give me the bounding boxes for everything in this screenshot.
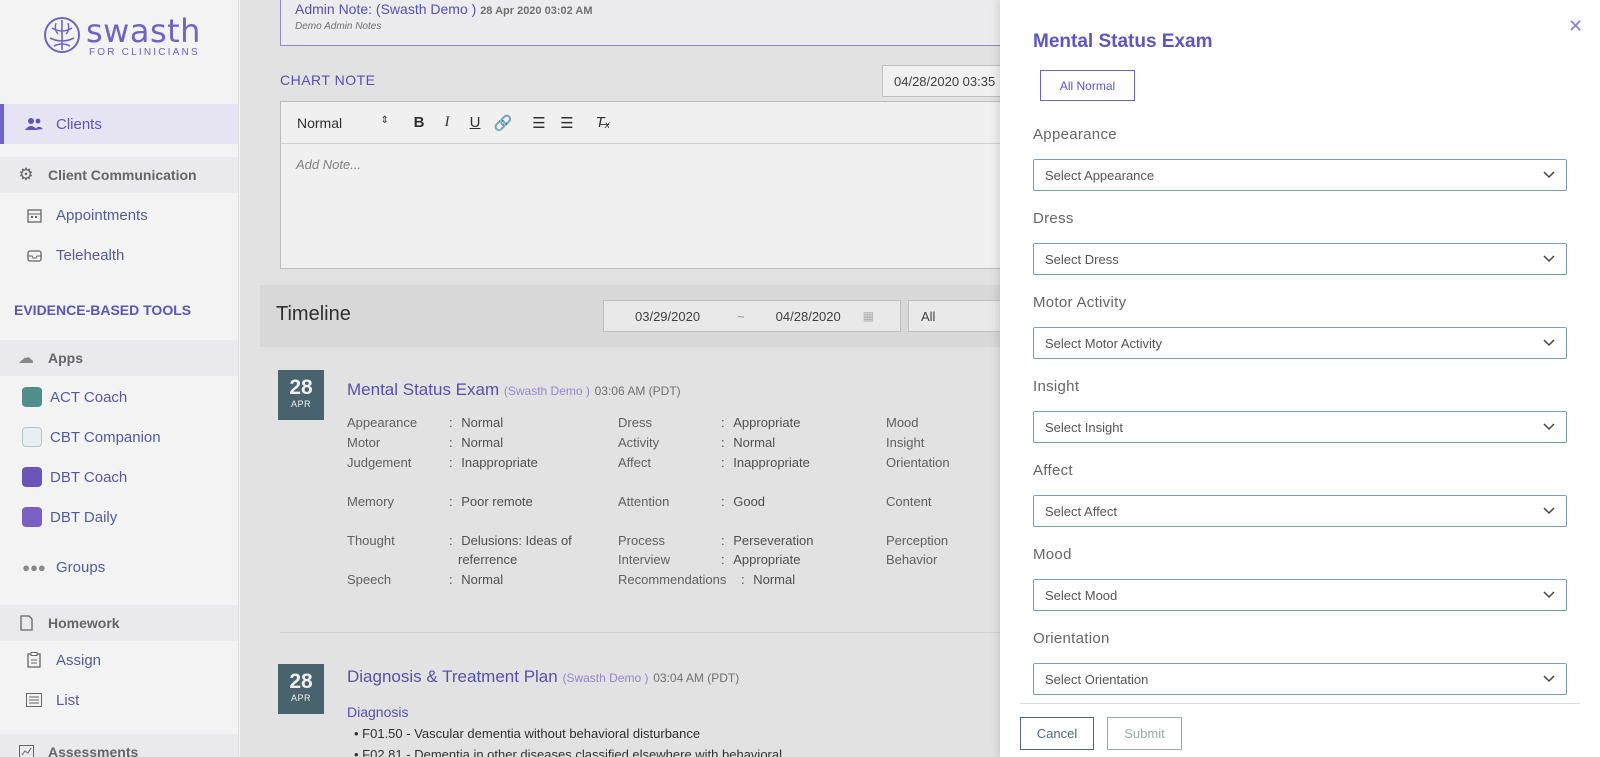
field-label: Insight xyxy=(1033,378,1080,395)
submit-button[interactable]: Submit xyxy=(1107,717,1182,750)
sidebar-item-appointments[interactable]: Appointments xyxy=(0,195,238,235)
select-placeholder: Select Motor Activity xyxy=(1045,335,1163,351)
select-placeholder: Select Affect xyxy=(1045,503,1118,519)
sidebar-item-label: Homework xyxy=(48,615,120,631)
inbox-icon xyxy=(24,245,44,265)
sidebar-item-clients[interactable]: Clients xyxy=(0,104,238,144)
sidebar-item-label: DBT Coach xyxy=(50,468,128,486)
brand-tagline: FOR CLINICIANS xyxy=(89,46,200,58)
gear-icon: ⚙ xyxy=(18,165,34,184)
select-placeholder: Select Insight xyxy=(1045,419,1124,435)
field-label: Dress xyxy=(1033,210,1074,227)
dbt-coach-app-icon xyxy=(22,467,42,487)
chevron-down-icon xyxy=(1543,423,1555,431)
chevron-down-icon xyxy=(1543,339,1555,347)
sidebar-section-assessments[interactable]: Assessments xyxy=(0,734,238,757)
sidebar-item-label: DBT Daily xyxy=(50,508,118,526)
brain-icon: ☁ xyxy=(18,350,34,367)
sidebar-item-label: List xyxy=(56,691,80,709)
brand-name: swasth xyxy=(86,11,201,50)
field-label: Orientation xyxy=(1033,630,1110,647)
group-icon: ●●● xyxy=(22,559,46,575)
sidebar-item-label: Clients xyxy=(56,115,102,133)
sidebar-item-assign[interactable]: Assign xyxy=(0,640,238,680)
drawer-footer: Cancel Submit xyxy=(1020,703,1580,757)
chart-icon xyxy=(16,742,36,757)
close-icon[interactable]: ✕ xyxy=(1568,16,1583,37)
sidebar: swasth FOR CLINICIANS Clients ⚙ Client C… xyxy=(0,0,239,757)
drawer-title: Mental Status Exam xyxy=(1033,31,1213,52)
appearance-select[interactable]: Select Appearance xyxy=(1033,159,1567,191)
mood-select[interactable]: Select Mood xyxy=(1033,579,1567,611)
act-coach-app-icon xyxy=(22,387,42,407)
chevron-down-icon xyxy=(1543,507,1555,515)
sidebar-section-homework[interactable]: Homework xyxy=(0,605,238,641)
chevron-down-icon xyxy=(1543,591,1555,599)
chevron-down-icon xyxy=(1543,255,1555,263)
field-label: Affect xyxy=(1033,462,1073,479)
field-label: Motor Activity xyxy=(1033,294,1127,311)
sidebar-item-dbt-coach[interactable]: DBT Coach xyxy=(0,457,238,497)
dress-select[interactable]: Select Dress xyxy=(1033,243,1567,275)
brand-logo[interactable]: swasth FOR CLINICIANS xyxy=(42,14,201,58)
calendar-icon xyxy=(24,205,44,225)
sidebar-item-act-coach[interactable]: ACT Coach xyxy=(0,377,238,417)
sidebar-item-label: Assign xyxy=(56,651,102,669)
select-placeholder: Select Dress xyxy=(1045,251,1119,267)
orientation-select[interactable]: Select Orientation xyxy=(1033,663,1567,695)
cbt-companion-app-icon xyxy=(22,427,42,447)
select-placeholder: Select Orientation xyxy=(1045,671,1149,687)
sidebar-item-label: Assessments xyxy=(48,744,139,757)
mental-status-exam-drawer: Mental Status Exam ✕ All Normal Appearan… xyxy=(1000,0,1600,757)
sidebar-item-label: Appointments xyxy=(56,206,148,224)
select-placeholder: Select Appearance xyxy=(1045,167,1155,183)
sidebar-item-dbt-daily[interactable]: DBT Daily xyxy=(0,497,238,537)
sidebar-item-label: ACT Coach xyxy=(50,388,128,406)
sidebar-item-label: Client Communication xyxy=(48,167,197,183)
all-normal-button[interactable]: All Normal xyxy=(1040,70,1135,101)
insight-select[interactable]: Select Insight xyxy=(1033,411,1567,443)
sidebar-item-groups[interactable]: ●●● Groups xyxy=(0,547,238,587)
sidebar-item-list[interactable]: List xyxy=(0,680,238,720)
list-icon xyxy=(24,690,44,710)
sidebar-item-label: Apps xyxy=(48,350,83,366)
clipboard-icon xyxy=(24,650,44,670)
sidebar-item-label: Groups xyxy=(56,558,106,576)
sidebar-section-apps[interactable]: ☁ Apps xyxy=(0,340,238,376)
dbt-daily-app-icon xyxy=(22,507,42,527)
brain-logo-icon xyxy=(44,17,80,53)
sidebar-item-label: CBT Companion xyxy=(50,428,161,446)
sidebar-section-client-communication[interactable]: ⚙ Client Communication xyxy=(0,157,238,193)
field-label: Appearance xyxy=(1033,126,1117,143)
cancel-button[interactable]: Cancel xyxy=(1020,717,1094,750)
app-root: swasth FOR CLINICIANS Clients ⚙ Client C… xyxy=(0,0,1600,757)
select-placeholder: Select Mood xyxy=(1045,587,1118,603)
affect-select[interactable]: Select Affect xyxy=(1033,495,1567,527)
sidebar-item-telehealth[interactable]: Telehealth xyxy=(0,235,238,275)
users-icon xyxy=(24,114,44,134)
chevron-down-icon xyxy=(1543,675,1555,683)
sidebar-heading-tools: EVIDENCE-BASED TOOLS xyxy=(14,302,192,318)
field-label: Mood xyxy=(1033,546,1072,563)
sidebar-item-cbt-companion[interactable]: CBT Companion xyxy=(0,417,238,457)
chevron-down-icon xyxy=(1543,171,1555,179)
motor-activity-select[interactable]: Select Motor Activity xyxy=(1033,327,1567,359)
sidebar-item-label: Telehealth xyxy=(56,246,125,264)
document-icon xyxy=(16,613,36,633)
